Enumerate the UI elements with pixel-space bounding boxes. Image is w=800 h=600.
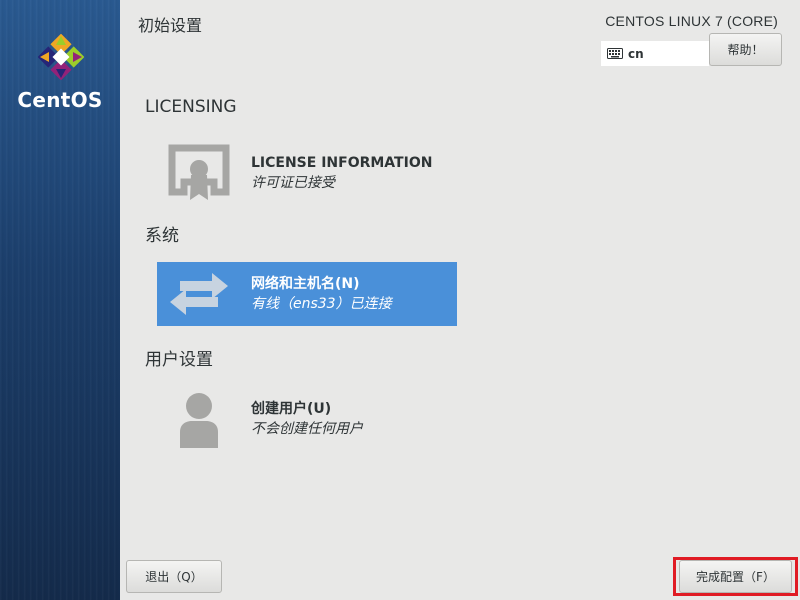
centos-logo-icon (38, 34, 84, 80)
keyboard-layout-label: cn (628, 46, 644, 61)
spoke-create-user[interactable]: 创建用户(U) 不会创建任何用户 (157, 387, 457, 451)
spoke-network-hostname[interactable]: 网络和主机名(N) 有线（ens33）已连接 (157, 262, 457, 326)
network-title: 网络和主机名(N) (251, 276, 360, 292)
finish-configuration-button[interactable]: 完成配置（F） (679, 560, 792, 593)
user-settings-heading: 用户设置 (145, 350, 213, 370)
keyboard-layout-indicator[interactable]: cn (601, 41, 709, 66)
brand-name: CentOS (17, 88, 103, 112)
network-arrows-icon (167, 262, 231, 326)
user-title: 创建用户(U) (251, 401, 332, 417)
license-status: 许可证已接受 (251, 175, 335, 191)
spoke-license-information[interactable]: LICENSE INFORMATION 许可证已接受 (157, 141, 457, 205)
license-certificate-icon (167, 141, 231, 205)
licensing-heading: LICENSING (145, 97, 237, 117)
page-title: 初始设置 (138, 16, 203, 35)
keyboard-icon (607, 48, 623, 59)
initial-setup-window: CentOS 初始设置 CENTOS LINUX 7 (CORE) cn 帮助！… (0, 0, 800, 600)
user-silhouette-icon (167, 387, 231, 451)
system-heading: 系统 (145, 226, 179, 246)
quit-button[interactable]: 退出（Q） (126, 560, 222, 593)
network-status: 有线（ens33）已连接 (251, 296, 392, 312)
help-button[interactable]: 帮助！ (709, 33, 782, 66)
sidebar: CentOS (0, 0, 120, 600)
user-status: 不会创建任何用户 (251, 421, 363, 437)
product-name: CENTOS LINUX 7 (CORE) (605, 13, 778, 29)
license-title: LICENSE INFORMATION (251, 155, 433, 171)
